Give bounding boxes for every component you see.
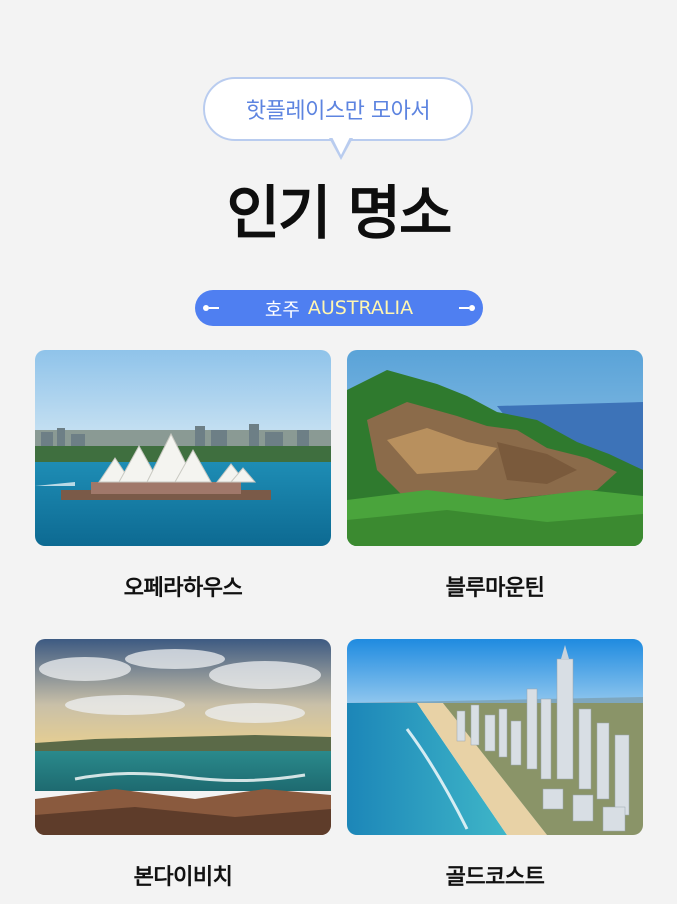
bubble-tail-fill <box>332 137 350 155</box>
region-badge: 호주 AUSTRALIA <box>195 290 483 326</box>
place-card-blue-mountains[interactable]: 블루마운틴 <box>347 350 643 602</box>
opera-house-photo <box>35 350 331 546</box>
region-line-right <box>459 307 469 309</box>
place-card-gold-coast[interactable]: 골드코스트 <box>347 639 643 891</box>
place-card-bondi-beach[interactable]: 본다이비치 <box>35 639 331 891</box>
place-card-opera-house[interactable]: 오페라하우스 <box>35 350 331 602</box>
place-name[interactable]: 블루마운틴 <box>347 570 643 602</box>
bondi-beach-photo <box>35 639 331 835</box>
blue-mountains-photo <box>347 350 643 546</box>
page-title: 인기 명소 <box>226 179 453 247</box>
subtitle-text: 핫플레이스만 모아서 <box>245 99 431 124</box>
region-english: AUSTRALIA <box>307 297 414 319</box>
region-korean: 호주 <box>264 298 300 321</box>
subtitle-bubble: 핫플레이스만 모아서 <box>203 77 473 141</box>
region-dot-right <box>469 305 475 311</box>
place-name[interactable]: 골드코스트 <box>347 859 643 891</box>
place-name[interactable]: 본다이비치 <box>35 859 331 891</box>
region-line-left <box>209 307 219 309</box>
place-name[interactable]: 오페라하우스 <box>35 570 331 602</box>
gold-coast-photo <box>347 639 643 835</box>
